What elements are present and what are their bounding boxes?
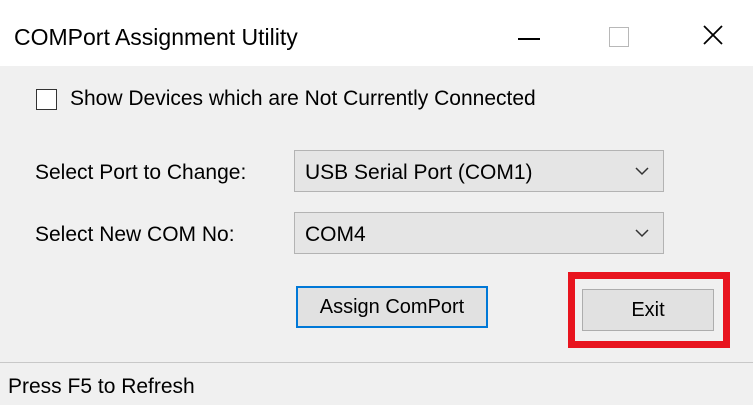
client-area: Show Devices which are Not Currently Con… [0, 66, 753, 362]
close-icon [703, 25, 723, 45]
title-bar[interactable]: COMPort Assignment Utility [0, 0, 753, 66]
chevron-down-icon [635, 167, 649, 176]
maximize-button[interactable] [580, 0, 660, 66]
minimize-button[interactable] [488, 0, 568, 66]
status-bar: Press F5 to Refresh [0, 362, 753, 405]
show-disconnected-checkbox[interactable] [36, 88, 57, 110]
port-label: Select Port to Change: [35, 161, 247, 184]
show-disconnected-label[interactable]: Show Devices which are Not Currently Con… [70, 87, 536, 111]
exit-button[interactable]: Exit [582, 289, 714, 331]
maximize-icon [609, 27, 629, 47]
window-title: COMPort Assignment Utility [14, 24, 298, 50]
com-number-label: Select New COM No: [35, 223, 235, 246]
assign-comport-button[interactable]: Assign ComPort [296, 286, 488, 328]
chevron-down-icon [635, 229, 649, 238]
app-window: COMPort Assignment Utility Show Devices … [0, 0, 753, 405]
show-disconnected-option[interactable]: Show Devices which are Not Currently Con… [36, 87, 536, 111]
minimize-icon [518, 38, 540, 40]
com-number-select[interactable]: COM4 [294, 212, 664, 254]
close-button[interactable] [672, 0, 752, 66]
port-select-value: USB Serial Port (COM1) [305, 161, 533, 184]
status-text: Press F5 to Refresh [8, 375, 195, 398]
port-select[interactable]: USB Serial Port (COM1) [294, 150, 664, 192]
com-number-select-value: COM4 [305, 223, 366, 246]
